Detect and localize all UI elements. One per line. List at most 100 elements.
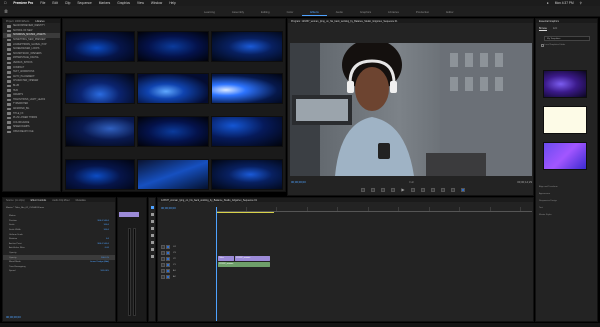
fit-dropdown[interactable]: Full (409, 181, 413, 184)
eg-label[interactable]: Align and Transform (539, 186, 558, 193)
menu-window[interactable]: Window (151, 1, 162, 5)
media-thumbnail[interactable] (65, 31, 135, 62)
tab-project[interactable]: Project: 10000 Effects (6, 20, 29, 23)
media-thumbnail[interactable] (65, 159, 135, 190)
media-thumbnail[interactable] (211, 31, 283, 62)
settings-button[interactable] (460, 188, 465, 192)
menu-graphics[interactable]: Graphics (117, 1, 130, 5)
track-header[interactable]: A2 (158, 274, 216, 280)
work-area-bar[interactable] (216, 212, 274, 213)
tab-browse[interactable]: Browse (539, 27, 547, 31)
sequence-tab[interactable]: 123337_woman_lying_on_his_back_working_b… (161, 199, 257, 202)
workspace-audio[interactable]: Audio (328, 9, 351, 16)
folder-icon (7, 126, 11, 129)
essential-graphics-title[interactable]: Essential Graphics (539, 20, 559, 23)
tab-effect-controls[interactable]: Effect Controls (31, 199, 47, 202)
eg-label[interactable]: Responsive Design (539, 200, 558, 207)
menu-sequence[interactable]: Sequence (77, 1, 91, 5)
step-back-button[interactable] (391, 188, 396, 192)
timeline-clip-video[interactable]: 123337_woman (235, 256, 270, 261)
ripple-edit-icon[interactable] (151, 220, 154, 223)
media-thumbnail[interactable] (137, 159, 209, 190)
workspace-editing[interactable]: Editing (253, 9, 278, 16)
timeline-clip-video[interactable]: Titles (218, 256, 234, 261)
workspace-libraries[interactable]: Libraries (380, 9, 407, 16)
media-thumbnail[interactable] (137, 31, 209, 62)
tree-item[interactable]: OPEN READY FILE (3, 130, 60, 135)
program-monitor-title[interactable]: Program: 123337_woman_lying_on_his_back_… (291, 20, 397, 23)
timeline-timecode[interactable]: 00;00;00;00 (161, 206, 176, 210)
go-to-in-button[interactable] (381, 188, 386, 192)
mark-out-button[interactable] (371, 188, 376, 192)
home-icon[interactable] (4, 9, 8, 13)
pen-icon[interactable] (151, 241, 154, 244)
hand-icon[interactable] (151, 248, 154, 251)
essential-graphics-panel: Essential Graphics Browse Edit My Templa… (535, 18, 598, 322)
go-to-out-button[interactable] (420, 188, 425, 192)
mark-in-button[interactable] (361, 188, 366, 192)
track-headers: V4 V3 V2 V1 A1 A2 (158, 244, 216, 280)
project-bin-thumb[interactable] (119, 212, 139, 217)
media-thumbnail[interactable] (211, 159, 283, 190)
eg-label[interactable]: Text (539, 207, 558, 214)
playhead-timecode[interactable]: 00;00;00;00 (291, 180, 306, 184)
program-video-frame[interactable] (290, 43, 532, 176)
workspace-color[interactable]: Color (279, 9, 302, 16)
search-icon[interactable]: ⚲ (580, 1, 582, 5)
templates-dropdown[interactable]: My Templates (544, 36, 590, 41)
audio-meter-bar (128, 228, 131, 316)
effect-controls-timecode[interactable]: 00;00;00;00 (6, 315, 21, 319)
media-thumbnail[interactable] (137, 116, 209, 147)
export-frame-button[interactable] (450, 188, 455, 192)
media-thumbnail[interactable] (137, 73, 209, 104)
eg-label[interactable]: Master Styles (539, 214, 558, 221)
tab-metadata[interactable]: Metadata (76, 199, 86, 202)
media-thumbnail[interactable] (211, 73, 283, 104)
type-icon[interactable] (151, 255, 154, 258)
track-select-icon[interactable] (151, 213, 154, 216)
step-forward-button[interactable] (410, 188, 415, 192)
audio-meters (117, 197, 147, 322)
clock[interactable]: Mon 4:37 PM (555, 1, 574, 5)
workspace-editor[interactable]: Editor (438, 9, 461, 16)
wifi-icon[interactable]: ● (547, 1, 549, 5)
razor-icon[interactable] (151, 227, 154, 230)
timeline-clip-audio[interactable]: 123337_woman (218, 262, 270, 267)
menu-file[interactable]: File (40, 1, 45, 5)
tab-edit[interactable]: Edit (553, 27, 557, 31)
media-thumbnail[interactable] (65, 73, 135, 104)
slip-icon[interactable] (151, 234, 154, 237)
menu-markers[interactable]: Markers (99, 1, 111, 5)
tab-source[interactable]: Source: (no clips) (6, 199, 25, 202)
local-templates-checkbox[interactable]: Local Templates Folder (541, 44, 565, 47)
apple-icon[interactable]:  (4, 1, 6, 5)
menu-help[interactable]: Help (169, 1, 176, 5)
folder-icon (7, 107, 11, 111)
media-thumbnail[interactable] (65, 116, 135, 147)
eg-tabs: Browse Edit (539, 27, 557, 31)
tab-audio-mixer[interactable]: Audio Clip Mixer (52, 199, 69, 202)
workspace-effects[interactable]: Effects (302, 9, 327, 16)
app-name[interactable]: Premiere Pro (13, 1, 33, 5)
media-thumbnail[interactable] (211, 116, 283, 147)
template-thumbnail[interactable] (543, 142, 587, 170)
playhead[interactable] (216, 207, 217, 321)
tab-libraries[interactable]: Libraries (35, 20, 44, 23)
workspace-production[interactable]: Production (408, 9, 437, 16)
selection-tool-icon[interactable] (151, 206, 154, 209)
workspace-learning[interactable]: Learning (196, 9, 223, 16)
menu-view[interactable]: View (137, 1, 144, 5)
menu-clip[interactable]: Clip (65, 1, 71, 5)
workspace-graphics[interactable]: Graphics (352, 9, 379, 16)
workspace-assembly[interactable]: Assembly (224, 9, 252, 16)
lift-button[interactable] (430, 188, 435, 192)
timeline-panel: 123337_woman_lying_on_his_back_working_b… (157, 197, 534, 322)
video-frame-image (290, 43, 532, 176)
template-thumbnail[interactable] (543, 70, 587, 98)
play-icon[interactable] (401, 188, 405, 192)
eg-label[interactable]: Appearance (539, 193, 558, 200)
menu-edit[interactable]: Edit (52, 1, 58, 5)
prop-row[interactable]: Speed 100.00% (3, 269, 115, 274)
template-thumbnail[interactable] (543, 106, 587, 134)
extract-button[interactable] (440, 188, 445, 192)
